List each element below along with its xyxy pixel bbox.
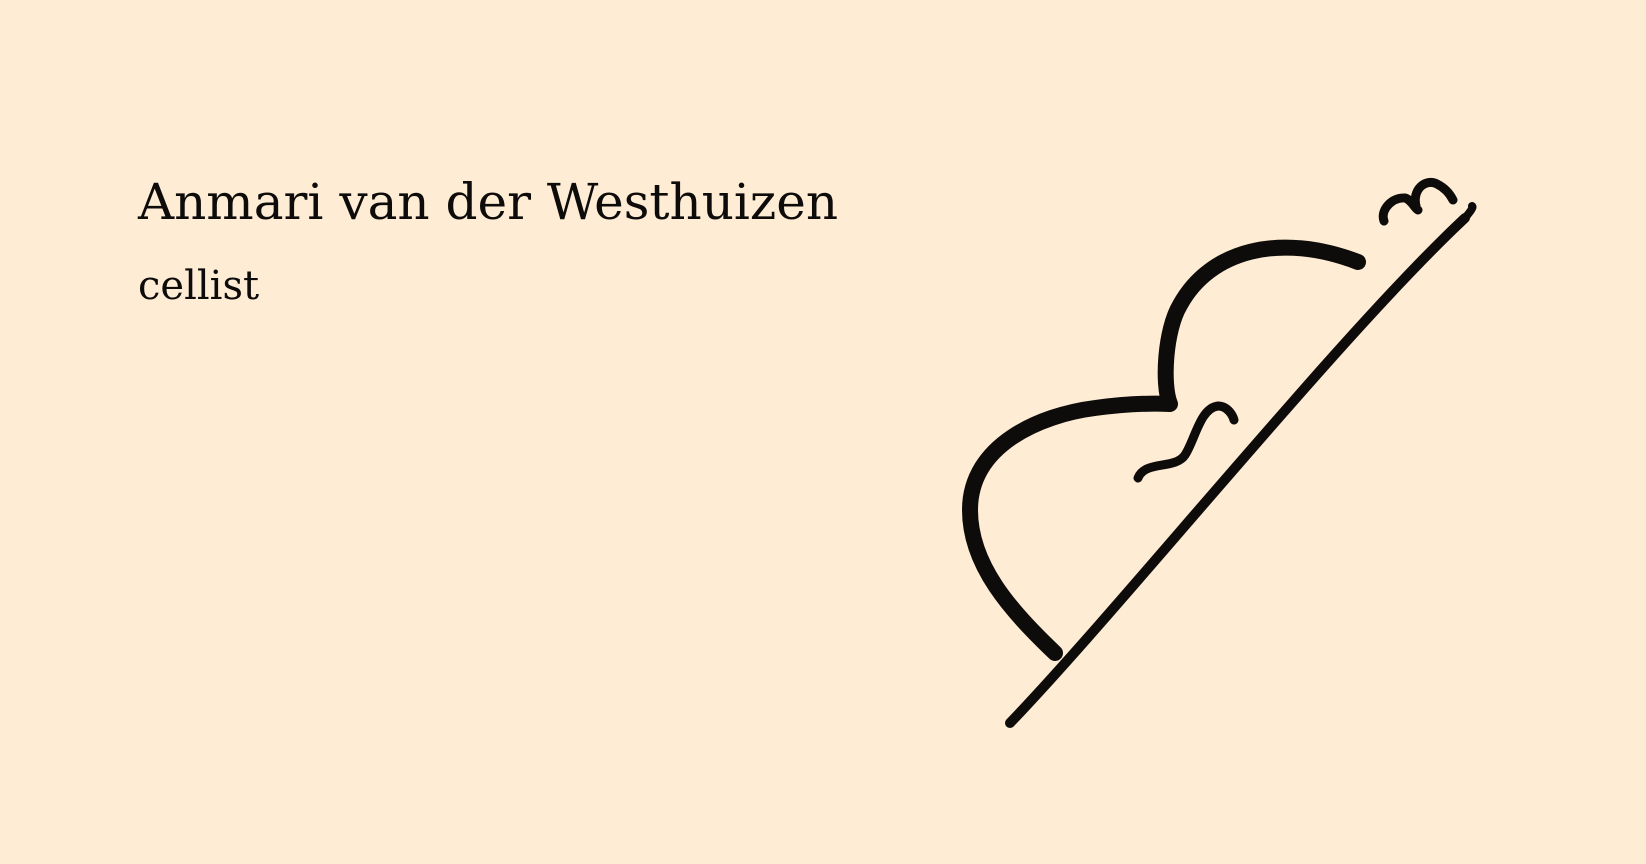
cello-scroll: [1378, 178, 1458, 226]
page: Anmari van der Westhuizen cellist: [0, 0, 1646, 864]
cello-body-outline: [962, 239, 1366, 661]
artist-name: Anmari van der Westhuizen: [138, 173, 839, 231]
cello-scroll-tip: [1461, 202, 1477, 222]
artist-role: cellist: [138, 263, 260, 309]
cello-f-hole: [1133, 401, 1239, 483]
cello-icon: [962, 178, 1477, 728]
cello-neck-line: [1005, 213, 1470, 728]
